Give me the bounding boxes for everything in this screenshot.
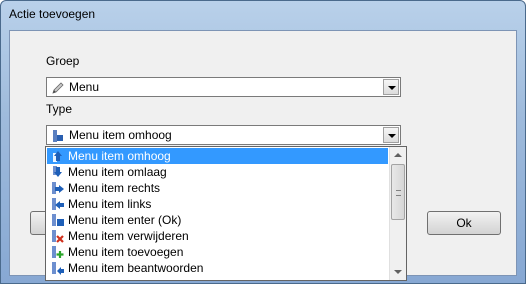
scroll-down-icon[interactable] [394, 270, 402, 274]
type-label: Type [46, 102, 73, 116]
pencil-icon [52, 82, 64, 94]
list-item-label: Menu item rechts [68, 181, 161, 195]
menu-item-up-icon [53, 151, 62, 162]
dialog-window: Actie toevoegen Groep Menu Type Menu ite… [0, 0, 526, 284]
menu-item-down-icon [53, 166, 62, 177]
list-item[interactable]: Menu item beantwoorden [47, 260, 388, 276]
list-item[interactable]: Menu item toevoegen [47, 244, 388, 260]
menu-item-left-icon [52, 198, 64, 210]
list-item[interactable]: Menu item verwijderen [47, 228, 388, 244]
menu-item-enter-icon [52, 214, 64, 226]
menu-item-right-icon [52, 182, 64, 194]
list-item[interactable]: Menu item enter (Ok) [47, 212, 388, 228]
menu-item-add-icon [52, 246, 64, 258]
type-dropdown-list[interactable]: Menu item omhoog Menu item omlaag Menu i… [45, 146, 407, 281]
chevron-down-icon[interactable] [383, 79, 399, 95]
window-title: Actie toevoegen [9, 7, 96, 21]
vertical-scrollbar[interactable] [389, 147, 406, 280]
type-combobox[interactable]: Menu item omhoog [46, 125, 401, 145]
list-item[interactable]: Menu item links [47, 196, 388, 212]
list-item[interactable]: Menu item omhoog [47, 148, 388, 164]
list-item-label: Menu item links [68, 197, 152, 211]
scroll-thumb[interactable] [391, 164, 405, 220]
list-item-label: Menu item omhoog [68, 149, 171, 163]
list-item-label: Menu item enter (Ok) [68, 213, 182, 227]
list-item[interactable]: Menu item omlaag [47, 164, 388, 180]
grip-icon [396, 190, 401, 196]
group-combobox-value: Menu [69, 80, 100, 94]
ok-button[interactable]: Ok [427, 211, 501, 235]
list-item[interactable]: Menu item rechts [47, 180, 388, 196]
list-item-label: Menu item toevoegen [68, 245, 184, 259]
type-combobox-value: Menu item omhoog [69, 128, 172, 142]
list-item-label: Menu item beantwoorden [68, 261, 204, 275]
menu-item-reply-icon [52, 262, 64, 275]
list-item-label: Menu item omlaag [68, 165, 167, 179]
group-combobox[interactable]: Menu [46, 77, 401, 97]
chevron-down-icon[interactable] [383, 127, 399, 143]
menu-item-icon [53, 130, 63, 142]
scroll-up-icon[interactable] [394, 153, 402, 157]
menu-item-delete-icon [52, 230, 64, 243]
title-bar[interactable]: Actie toevoegen [1, 1, 525, 29]
group-label: Groep [46, 54, 80, 68]
list-item-label: Menu item verwijderen [68, 229, 189, 243]
